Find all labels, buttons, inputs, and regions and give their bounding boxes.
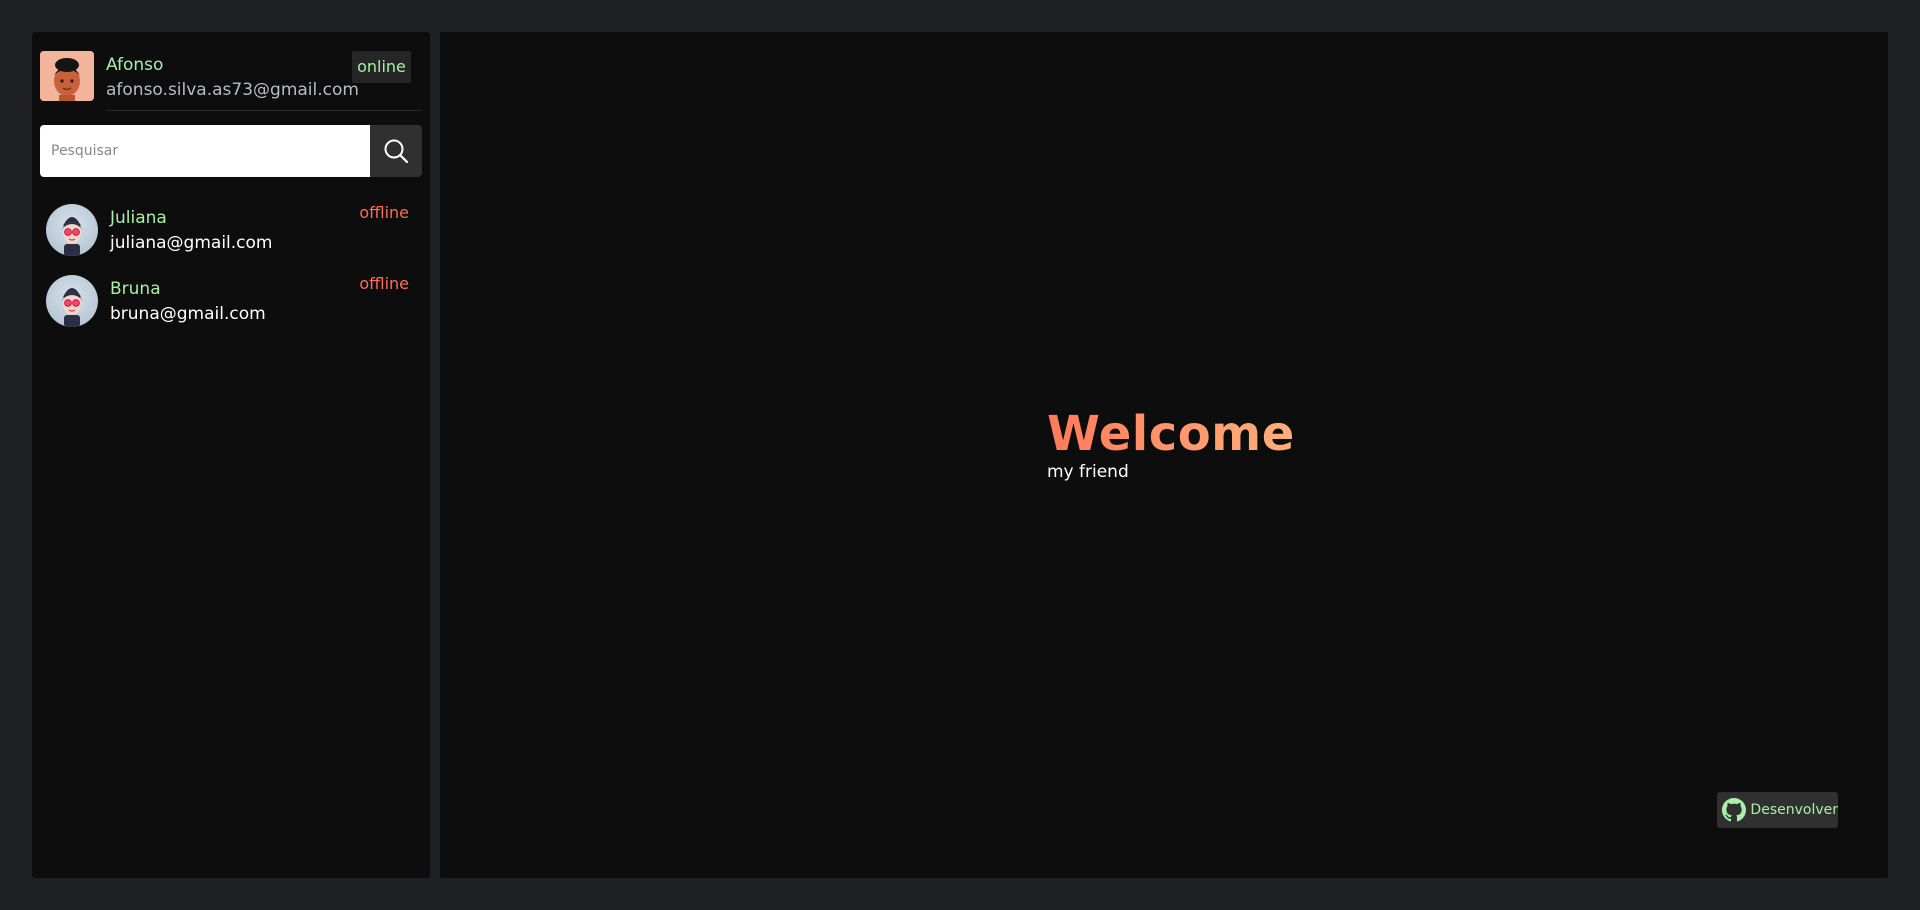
search-input[interactable]: [40, 125, 370, 177]
contact-item[interactable]: Juliana juliana@gmail.com offline: [46, 203, 422, 260]
divider: [106, 110, 422, 111]
search-icon: [384, 139, 409, 164]
github-link-button[interactable]: Desenvolver: [1717, 792, 1838, 828]
profile-email: afonso.silva.as73@gmail.com: [106, 80, 359, 100]
search-button[interactable]: [370, 125, 422, 177]
avatar: [46, 275, 98, 327]
welcome-subtitle: my friend: [1047, 462, 1129, 482]
github-icon: [1722, 797, 1747, 823]
welcome-title: Welcome: [1047, 406, 1295, 462]
contact-item[interactable]: Bruna bruna@gmail.com offline: [46, 274, 422, 331]
github-label: Desenvolver: [1750, 802, 1838, 818]
github-icon: [1722, 798, 1747, 822]
user-avatar-icon: [61, 288, 83, 327]
profile-avatar[interactable]: [40, 51, 94, 101]
contact-email: bruna@gmail.com: [110, 304, 266, 324]
avatar: [46, 204, 98, 256]
contact-email: juliana@gmail.com: [110, 233, 273, 253]
status-badge: offline: [359, 203, 409, 222]
status-badge: offline: [359, 274, 409, 293]
chat-app: Afonso afonso.silva.as73@gmail.com onlin…: [0, 0, 1920, 910]
user-avatar-icon: [40, 51, 94, 101]
status-badge: online: [352, 51, 411, 83]
profile-card: Afonso afonso.silva.as73@gmail.com onlin…: [40, 51, 422, 131]
search-bar: [40, 125, 422, 177]
profile-name: Afonso: [106, 55, 164, 75]
welcome-block: Welcome my friend: [1047, 410, 1295, 482]
sidebar: Afonso afonso.silva.as73@gmail.com onlin…: [32, 32, 430, 878]
contact-name: Bruna: [110, 279, 161, 299]
user-avatar-icon: [61, 217, 83, 256]
main-panel: Welcome my friend Desenvolver: [440, 32, 1888, 878]
contact-name: Juliana: [110, 208, 167, 228]
